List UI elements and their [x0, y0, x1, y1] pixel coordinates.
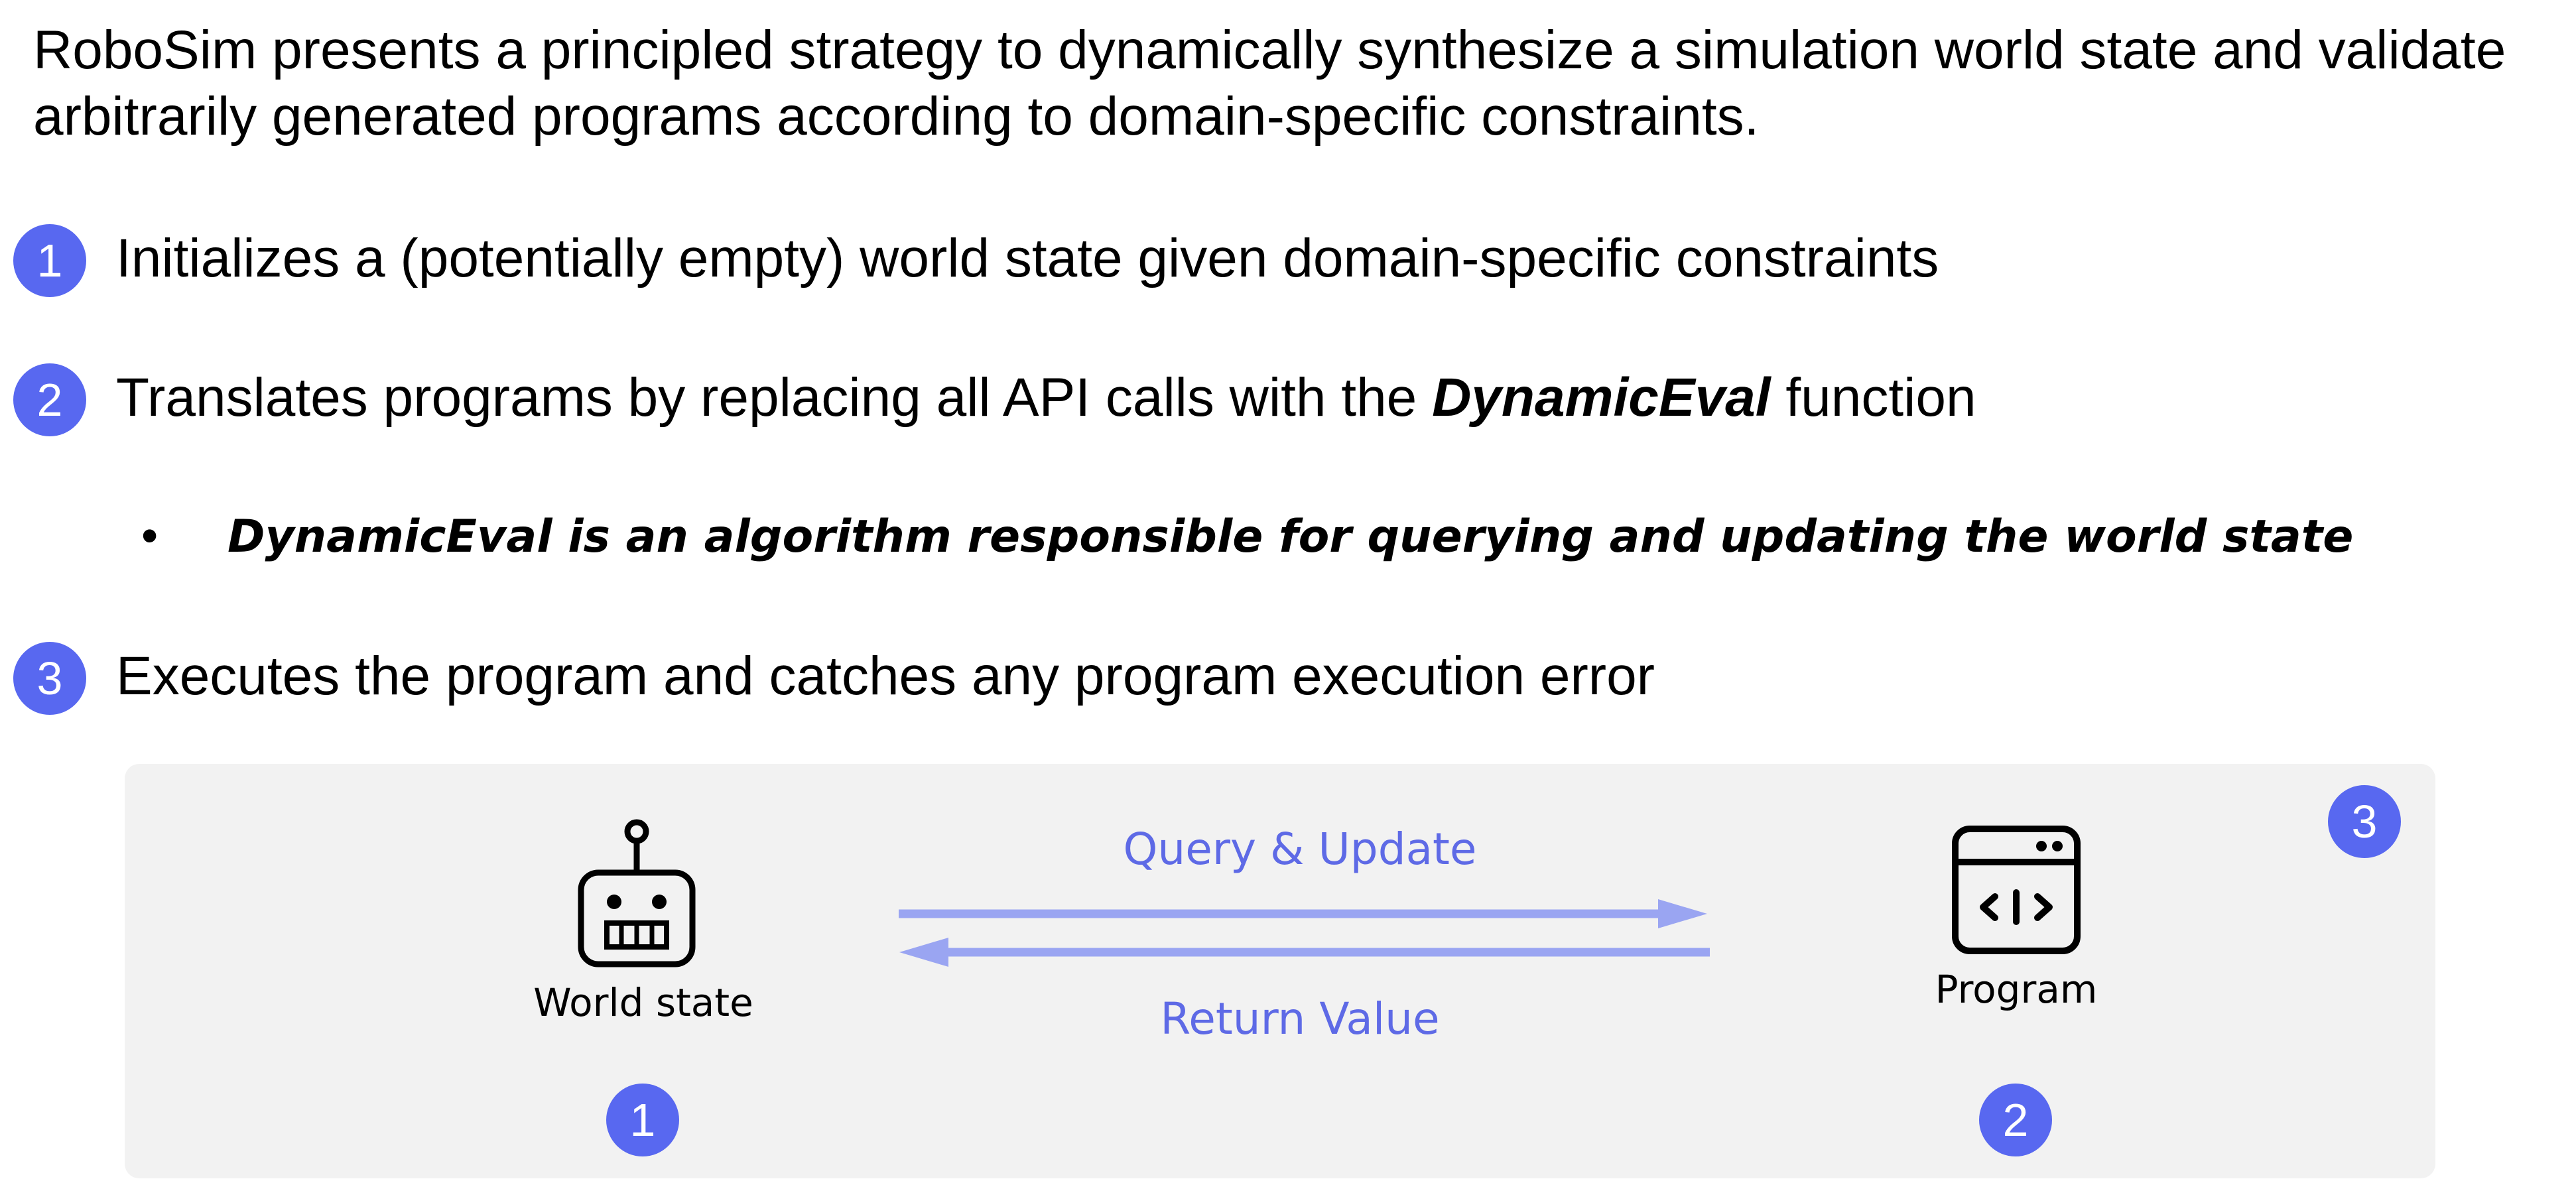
- return-value-arrowhead: [899, 938, 948, 967]
- program-badge: 2: [1979, 1084, 2052, 1156]
- panel-step-3-badge: 3: [2328, 785, 2401, 858]
- query-update-label: Query & Update: [1123, 824, 1477, 875]
- query-update-arrowhead: [1658, 899, 1707, 928]
- return-value-label: Return Value: [1160, 993, 1440, 1044]
- world-state-badge: 1: [606, 1084, 679, 1156]
